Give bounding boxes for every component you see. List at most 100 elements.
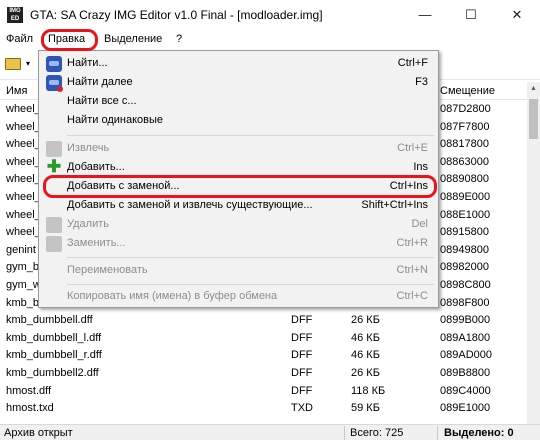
file-name-cell: wheel_ [6,208,41,221]
window-title: GTA: SA Crazy IMG Editor v1.0 Final - [m… [30,8,323,22]
menu-item-shortcut: Del [411,218,428,230]
file-name-cell: hmost.txd [6,402,54,415]
menu-item-rename: Переименовать Ctrl+N [41,261,436,281]
menu-item-find[interactable]: Найти... Ctrl+F [41,54,436,74]
extract-icon [46,141,62,157]
file-offset-cell: 089E1000 [440,402,491,415]
menu-item-replace: Заменить... Ctrl+R [41,234,436,254]
file-type-cell: DFF [291,331,313,344]
column-header-offset[interactable]: Смещение [440,85,495,97]
menu-item-shortcut: Ctrl+N [396,264,428,276]
app-icon: IMG ED [7,7,23,23]
menu-item-add-replace-extract[interactable]: Добавить с заменой и извлечь существующи… [41,196,436,216]
file-size-cell: 26 КБ [351,367,380,379]
highlight-oval-edit-menu [41,29,98,51]
table-row[interactable]: hmost.dff DFF 118 КБ 089C4000 [0,383,527,400]
file-type-cell: DFF [291,384,313,397]
menu-item-find-all[interactable]: Найти все с... [41,92,436,112]
replace-icon [46,236,62,252]
menu-item-shortcut: Ctrl+E [397,142,428,154]
menu-item-shortcut: Ctrl+R [396,237,428,249]
menu-item-copy-names: Копировать имя (имена) в буфер обмена Ct… [41,287,436,307]
vertical-scrollbar[interactable]: ▲ [527,82,540,424]
file-offset-cell: 08982000 [440,261,489,274]
menu-selection[interactable]: Выделение [104,33,162,45]
file-offset-cell: 08863000 [440,155,489,168]
menu-item-delete: Удалить Del [41,215,436,235]
table-row[interactable]: kmb_dumbbell.dff DFF 26 КБ 0899B000 [0,312,527,329]
status-archive: Архив открыт [4,427,73,439]
menu-item-find-duplicates[interactable]: Найти одинаковые [41,111,436,131]
status-bar: Архив открыт Всего: 725 Выделено: 0 [0,424,540,440]
menu-item-shortcut: Ctrl+C [396,290,428,302]
menu-item-label: Заменить... [67,237,126,249]
file-name-cell: gym_w [6,279,41,291]
menu-item-shortcut: Ctrl+F [397,57,428,69]
file-offset-cell: 0898F800 [440,296,490,309]
menu-item-label: Добавить... [67,161,125,173]
column-header-name[interactable]: Имя [6,85,27,97]
menu-item-shortcut: F3 [415,76,428,88]
binoculars-icon [46,56,62,72]
menu-file[interactable]: Файл [6,33,33,45]
scroll-up-icon[interactable]: ▲ [527,82,540,95]
file-type-cell: DFF [291,314,313,327]
scroll-thumb[interactable] [529,99,538,139]
file-type-cell: DFF [291,367,313,379]
menu-item-label: Добавить с заменой и извлечь существующи… [67,199,313,211]
menu-item-shortcut: Shift+Ctrl+Ins [361,199,428,211]
minimize-button[interactable]: — [402,0,448,30]
file-offset-cell: 08915800 [440,226,489,239]
binoculars-next-icon [46,75,63,92]
menu-item-find-next[interactable]: Найти далее F3 [41,73,436,93]
menu-item-label: Копировать имя (имена) в буфер обмена [67,290,278,302]
table-row[interactable]: kmb_dumbbell2.dff DFF 26 КБ 089B8800 [0,365,527,382]
file-offset-cell: 087F7800 [440,120,490,133]
menu-item-shortcut: Ins [413,161,428,173]
file-offset-cell: 089A1800 [440,331,491,344]
file-offset-cell: 0899B000 [440,314,491,327]
file-size-cell: 59 КБ [351,402,380,415]
close-button[interactable]: ✕ [494,0,540,30]
file-offset-cell: 08890800 [440,173,489,186]
folder-open-icon[interactable] [5,58,21,70]
menu-separator [67,135,434,136]
file-size-cell: 46 КБ [351,331,380,344]
file-name-cell: wheel_ [6,226,41,239]
file-offset-cell: 0889E000 [440,191,491,203]
table-row[interactable]: kmb_dumbbell_r.dff DFF 46 КБ 089AD000 [0,347,527,364]
add-plus-icon: ✚ [46,157,62,176]
file-offset-cell: 088E1000 [440,208,491,221]
menu-item-label: Удалить [67,218,109,230]
file-offset-cell: 089B8800 [440,367,491,379]
delete-icon [46,217,62,233]
title-bar: IMG ED GTA: SA Crazy IMG Editor v1.0 Fin… [0,0,540,30]
chevron-down-icon[interactable]: ▾ [26,59,30,68]
file-name-cell: hmost.dff [6,384,52,397]
file-offset-cell: 08817800 [440,138,489,151]
file-name-cell: gym_b [6,261,40,274]
menu-item-label: Найти... [67,57,108,69]
status-divider [344,426,345,440]
menu-help[interactable]: ? [176,33,182,45]
maximize-button[interactable]: ☐ [448,0,494,30]
file-offset-cell: 089AD000 [440,349,492,362]
file-name-cell: kmb_dumbbell.dff [6,314,93,327]
menu-item-label: Извлечь [67,142,110,154]
file-name-cell: wheel_ [6,120,41,133]
file-offset-cell: 0898C800 [440,279,491,291]
file-name-cell: wheel_ [6,155,41,168]
file-name-cell: wheel_ [6,173,41,186]
file-size-cell: 26 КБ [351,314,380,327]
status-total: Всего: 725 [350,427,404,439]
status-divider [437,426,438,440]
file-size-cell: 46 КБ [351,349,380,362]
file-name-cell: wheel_ [6,191,41,203]
status-selected: Выделено: 0 [444,427,514,439]
table-row[interactable]: kmb_dumbbell_l.dff DFF 46 КБ 089A1800 [0,330,527,347]
file-type-cell: DFF [291,349,313,362]
menu-item-label: Найти далее [67,76,133,88]
table-row[interactable]: hmost.txd TXD 59 КБ 089E1000 [0,400,527,417]
file-offset-cell: 089C4000 [440,384,491,397]
menu-item-label: Переименовать [67,264,148,276]
